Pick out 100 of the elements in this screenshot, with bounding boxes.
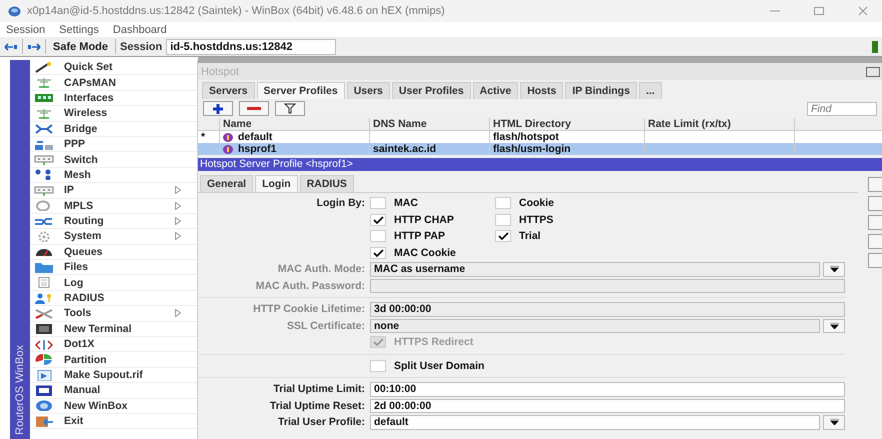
checkbox-label: Cookie	[519, 197, 554, 210]
close-icon[interactable]	[858, 6, 868, 16]
dialog-button[interactable]	[868, 234, 882, 249]
sidebar-item[interactable]: RADIUS	[64, 292, 197, 304]
field-label: MAC Auth. Mode:	[276, 262, 365, 277]
sidebar-item[interactable]: Bridge	[64, 122, 197, 135]
sidebar-item[interactable]: Mesh	[64, 168, 197, 181]
check-icon	[372, 248, 384, 258]
menu-item[interactable]: Settings	[59, 24, 99, 36]
sidebar-item[interactable]: Manual	[64, 384, 197, 396]
table-cell: flash/usm-login	[493, 143, 571, 155]
dropdown-button[interactable]	[823, 318, 845, 333]
sidebar-item[interactable]: Quick Set	[64, 61, 197, 74]
sidebar-item[interactable]: Files	[64, 261, 197, 274]
checkbox-label: HTTPS	[519, 214, 554, 226]
sidebar-item[interactable]: Tools	[64, 307, 175, 320]
sidebar-item[interactable]: Queues	[64, 246, 197, 258]
tab[interactable]: Users	[346, 82, 390, 99]
column-header[interactable]: Name	[220, 118, 370, 130]
checkbox-label: MAC	[394, 197, 418, 210]
dialog-button[interactable]	[868, 196, 882, 211]
sidebar-item[interactable]: New Terminal	[64, 322, 197, 335]
add-button[interactable]	[203, 101, 233, 116]
tab[interactable]: Login	[255, 175, 298, 192]
tools-icon	[34, 308, 54, 319]
checkbox[interactable]	[370, 246, 386, 259]
dropdown-button[interactable]	[823, 415, 845, 430]
column-header[interactable]: DNS Name	[370, 118, 490, 130]
field-label: Trial User Profile:	[277, 415, 365, 430]
checkbox[interactable]	[370, 214, 386, 226]
checkbox[interactable]	[495, 214, 511, 226]
sidebar-item[interactable]: MPLS	[64, 200, 175, 212]
sidebar-item[interactable]: Dot1X	[64, 338, 197, 350]
dropdown-arrow-icon	[830, 419, 838, 426]
sidebar-item[interactable]: Wireless	[64, 107, 197, 120]
tab[interactable]: Servers	[202, 82, 255, 99]
sidebar-item[interactable]: Exit	[64, 415, 197, 428]
ppp-icon	[34, 138, 54, 150]
column-header[interactable]: HTML Directory	[490, 118, 645, 130]
session-label: Session	[120, 40, 162, 52]
tab[interactable]: IP Bindings	[565, 82, 637, 99]
checkbox[interactable]	[370, 197, 386, 210]
check-icon	[372, 337, 384, 348]
tab[interactable]: Hosts	[520, 82, 564, 99]
sidebar-item[interactable]: New WinBox	[64, 400, 197, 412]
dialog-title: Hotspot Server Profile <hsprof1>	[198, 158, 882, 171]
window-maximize-button[interactable]	[866, 66, 880, 76]
sidebar-item[interactable]: Log	[64, 276, 197, 289]
checkbox[interactable]	[370, 360, 386, 372]
sidebar-item[interactable]: Switch	[64, 154, 197, 166]
dropdown-arrow-icon	[830, 322, 838, 329]
tab[interactable]: RADIUS	[300, 175, 354, 192]
plus-icon	[212, 102, 224, 114]
filter-button[interactable]	[275, 101, 305, 116]
dialog-button[interactable]	[868, 177, 882, 192]
undo-icon[interactable]	[4, 42, 18, 52]
menu-item[interactable]: Session	[6, 24, 46, 36]
gauge-icon	[34, 246, 54, 258]
tab[interactable]: Server Profiles	[256, 82, 345, 99]
sidebar-item[interactable]: IP	[64, 184, 175, 196]
tab[interactable]: User Profiles	[392, 82, 471, 99]
brand-text: RouterOS WinBox	[14, 344, 26, 437]
safe-mode-button[interactable]: Safe Mode	[50, 38, 112, 54]
dot1x-icon	[34, 338, 54, 350]
dropdown-field[interactable]: default	[370, 415, 820, 430]
sidebar-item[interactable]: Interfaces	[64, 92, 197, 104]
checkbox[interactable]	[370, 230, 386, 242]
redo-icon[interactable]	[27, 42, 41, 52]
checkbox[interactable]	[495, 230, 511, 242]
profile-icon	[223, 132, 233, 142]
dialog-button[interactable]	[868, 215, 882, 230]
menu-item[interactable]: Dashboard	[112, 24, 167, 36]
find-field[interactable]: Find	[807, 102, 877, 116]
input-field[interactable]: 00:10:00	[370, 382, 845, 396]
window-title: Hotspot	[201, 66, 239, 78]
dropdown-button[interactable]	[823, 262, 845, 276]
sidebar-item[interactable]: Partition	[64, 354, 197, 366]
network-card-icon	[34, 92, 54, 104]
app-logo-icon	[8, 6, 21, 16]
table-row[interactable]: hsprof1 saintek.ac.id flash/usm-login	[198, 143, 882, 155]
checkbox[interactable]	[495, 197, 511, 210]
field-label: Trial Uptime Limit:	[272, 382, 365, 397]
tab[interactable]: ...	[638, 82, 662, 99]
manual-icon	[34, 384, 54, 396]
field-label: MAC Auth. Password:	[254, 278, 365, 294]
column-header[interactable]: Rate Limit (rx/tx)	[645, 118, 795, 130]
sidebar-item[interactable]: System	[64, 230, 175, 242]
input-field[interactable]: 2d 00:00:00	[370, 398, 845, 413]
sidebar-item[interactable]: Make Supout.rif	[64, 369, 197, 381]
maximize-icon[interactable]	[814, 6, 824, 16]
field-label: SSL Certificate:	[286, 318, 365, 334]
remove-button[interactable]	[239, 101, 269, 116]
session-field[interactable]: id-5.hostddns.us:12842	[166, 38, 336, 54]
sidebar-item[interactable]: CAPsMAN	[64, 76, 197, 89]
dialog-button[interactable]	[868, 253, 882, 268]
sidebar-item[interactable]: Routing	[64, 215, 175, 228]
minus-icon	[247, 106, 261, 110]
tab[interactable]: Active	[472, 82, 518, 99]
tab[interactable]: General	[200, 175, 254, 192]
sidebar-item[interactable]: PPP	[64, 138, 197, 150]
